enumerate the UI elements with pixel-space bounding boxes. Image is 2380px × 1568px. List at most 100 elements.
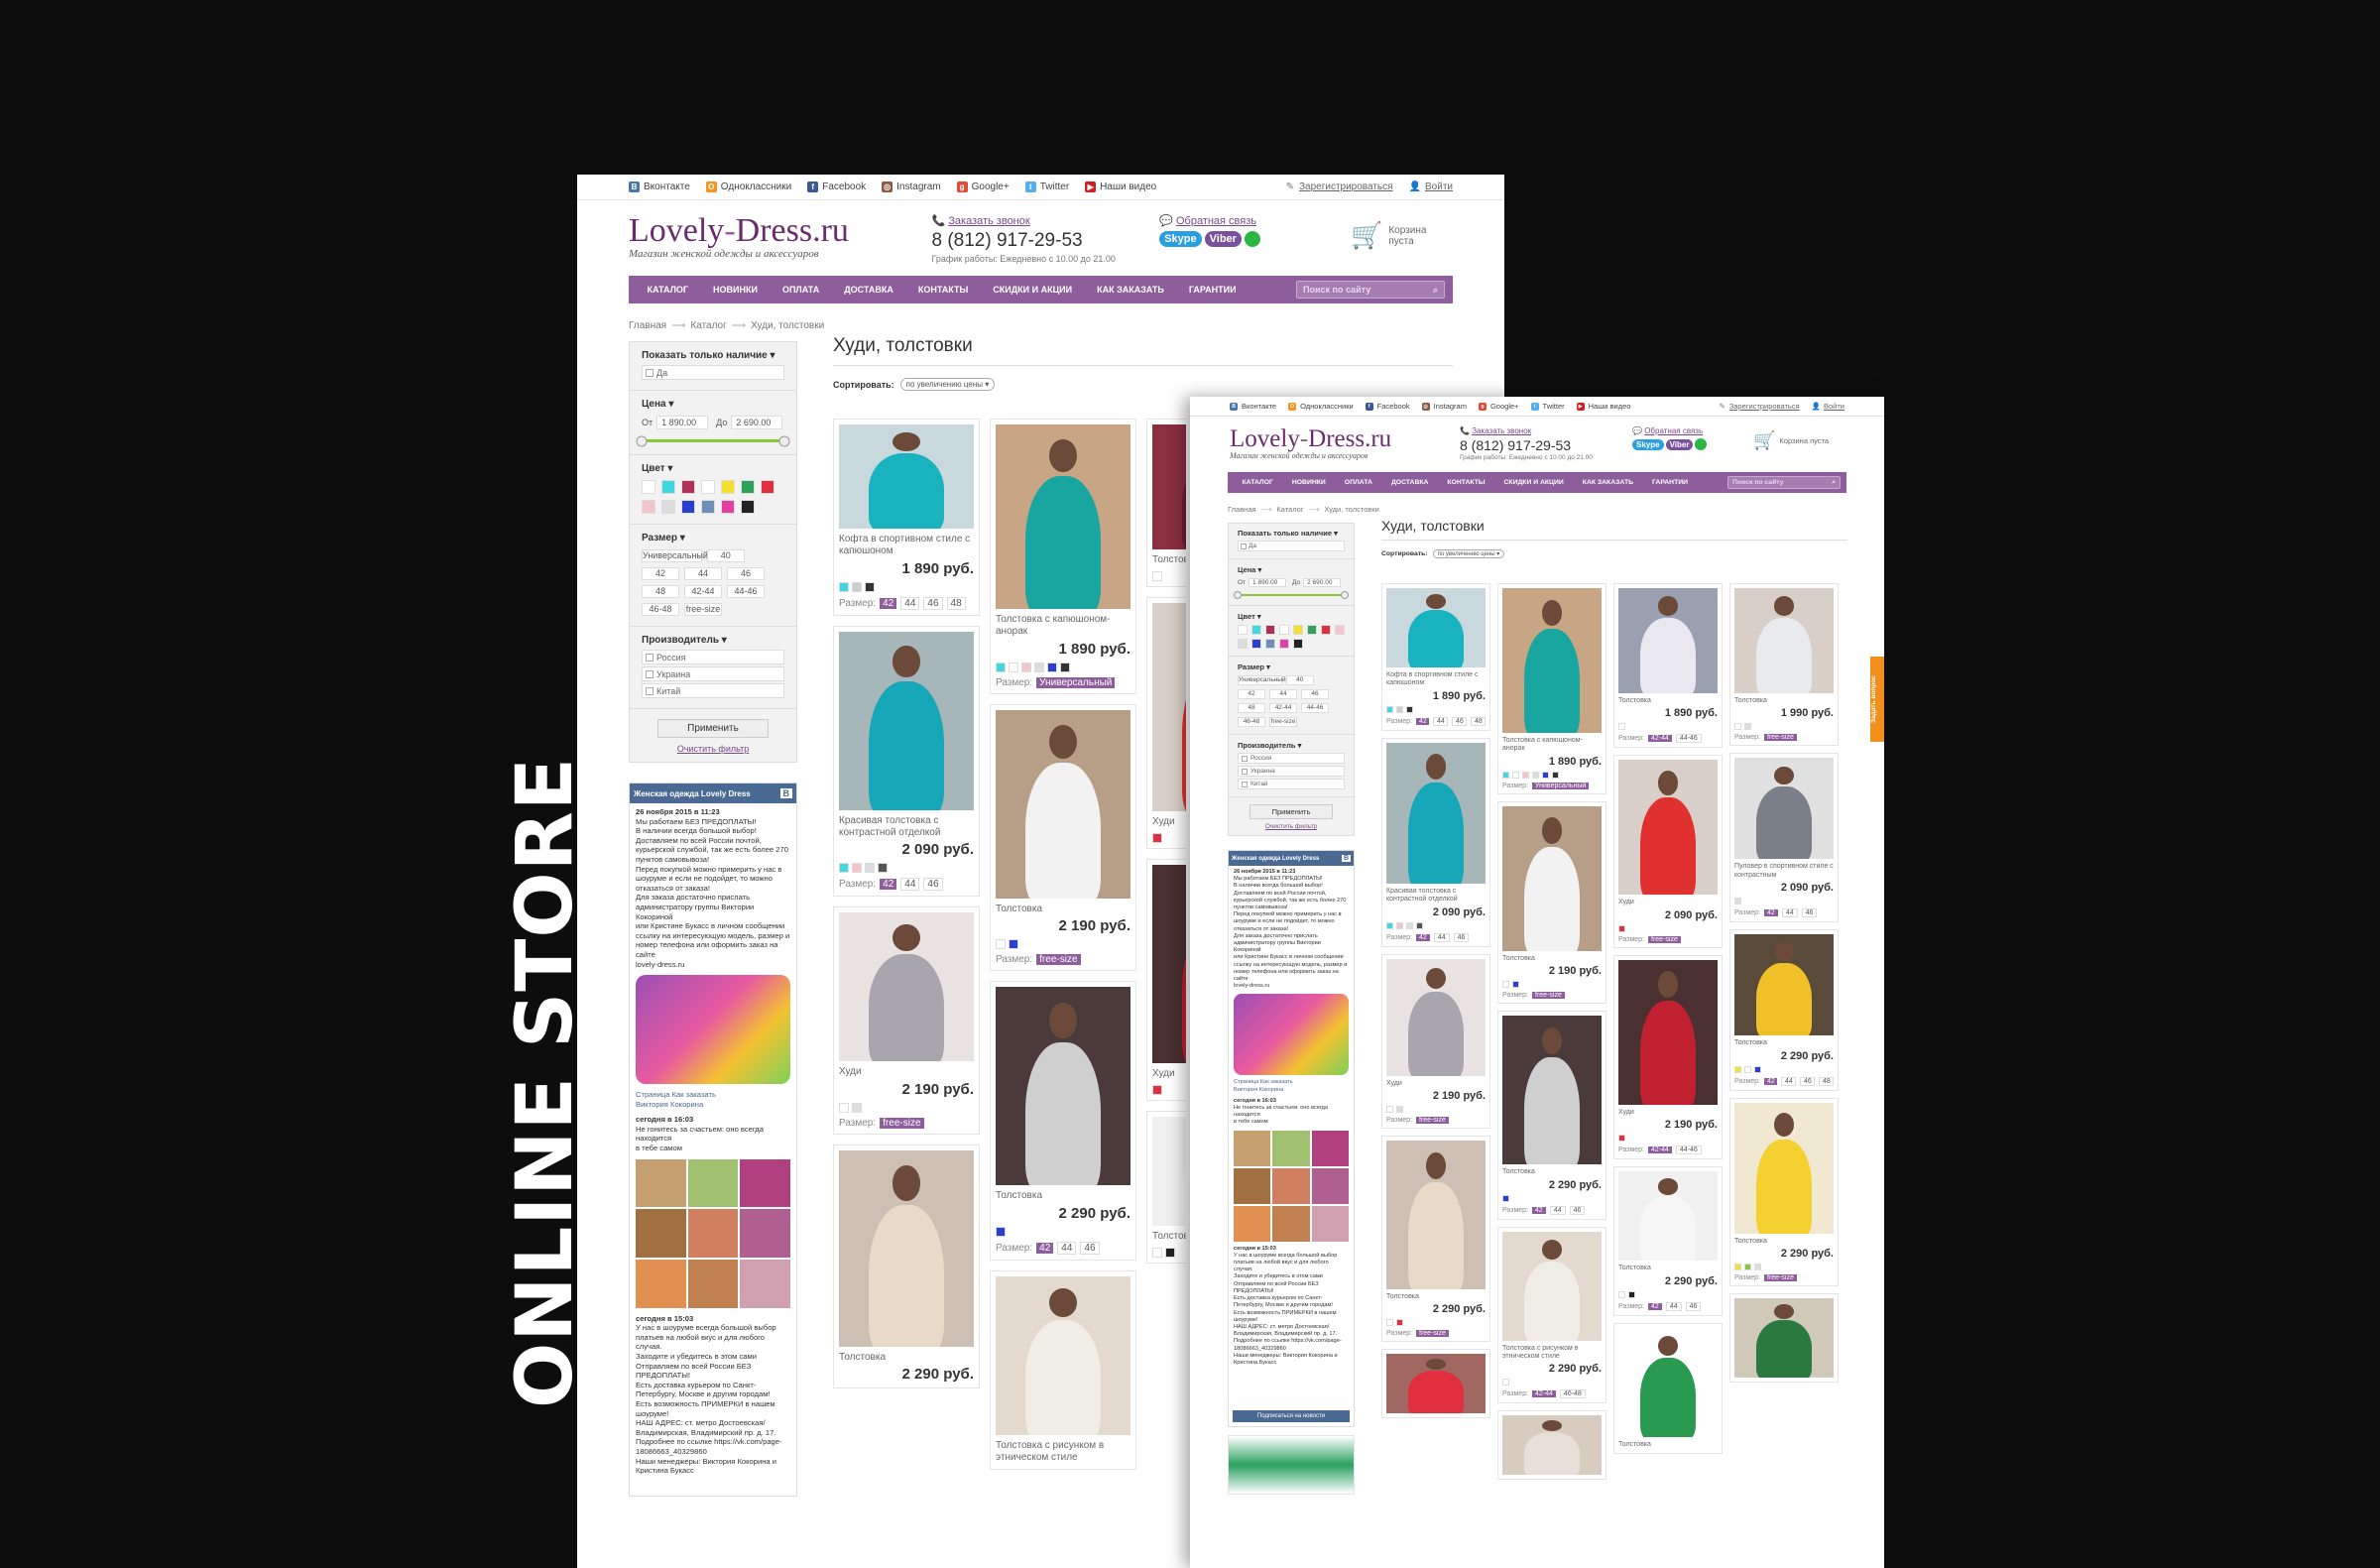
size-option-4[interactable]: 46 xyxy=(727,567,765,580)
maker-checkbox-0[interactable]: Россия xyxy=(642,650,784,664)
product-size-option[interactable]: 46 xyxy=(1569,1205,1586,1215)
social-link-4[interactable]: g Google+ xyxy=(1478,402,1519,411)
color-swatch-11[interactable] xyxy=(1279,639,1289,649)
breadcrumb-item-1[interactable]: Каталог xyxy=(690,320,726,331)
social-link-3[interactable]: ◎ Instagram xyxy=(882,181,941,192)
color-swatch-5[interactable] xyxy=(741,480,755,494)
product-name[interactable]: Толстовка xyxy=(1502,1168,1602,1176)
product-size-option[interactable]: 44 xyxy=(1781,908,1798,918)
product-size-option[interactable]: free-size xyxy=(1764,734,1797,742)
product-color-swatch[interactable] xyxy=(1502,1194,1509,1202)
product-size-option[interactable]: 48 xyxy=(1471,716,1487,726)
color-swatch-1[interactable] xyxy=(661,480,675,494)
product-card[interactable]: Худи xyxy=(1146,859,1186,1101)
product-color-swatch[interactable] xyxy=(1734,1263,1741,1270)
product-color-swatch[interactable] xyxy=(1152,833,1162,843)
product-size-option[interactable]: 42 xyxy=(1648,1302,1662,1310)
register-link-2[interactable]: Зарегистрироваться xyxy=(1729,402,1800,411)
stock-yes-checkbox[interactable]: Да xyxy=(642,365,784,380)
vk-link-author[interactable]: Виктория Кокорина xyxy=(636,1100,790,1110)
product-size-option[interactable]: 46 xyxy=(1453,932,1470,942)
product-color-swatch[interactable] xyxy=(1734,723,1741,731)
size-option-7[interactable]: 44-46 xyxy=(1301,703,1329,713)
product-name[interactable]: Толстовка xyxy=(996,1190,1130,1202)
product-color-swatch[interactable] xyxy=(1034,662,1044,672)
product-image[interactable] xyxy=(1152,603,1186,811)
price-to-input-2[interactable]: 2 690.00 xyxy=(1303,578,1342,587)
whatsapp-icon[interactable] xyxy=(1244,231,1260,247)
social-link-1[interactable]: О Одноклассники xyxy=(705,181,791,192)
product-image[interactable] xyxy=(1386,588,1486,667)
breadcrumb-item-0[interactable]: Главная xyxy=(629,320,666,331)
product-card[interactable]: Толстовка 1 990 руб. Размер: free-size xyxy=(1729,583,1839,747)
social-link-0[interactable]: В Вконтакте xyxy=(1230,402,1276,411)
product-image[interactable] xyxy=(839,1149,974,1347)
product-card[interactable]: Толстовка с капюшоном-анорак 1 890 руб. Ра… xyxy=(990,419,1136,694)
product-card[interactable]: Толстовка xyxy=(1146,1111,1186,1264)
product-color-swatch[interactable] xyxy=(1060,662,1070,672)
product-color-swatch[interactable] xyxy=(996,1226,1006,1237)
slider-handle-min[interactable] xyxy=(636,435,648,446)
size-option-7[interactable]: 44-46 xyxy=(727,585,765,598)
product-color-swatch[interactable] xyxy=(1386,921,1393,929)
size-option-3[interactable]: 44 xyxy=(684,567,722,580)
product-image[interactable] xyxy=(1618,588,1718,693)
register-link[interactable]: Зарегистрироваться xyxy=(1299,181,1393,192)
color-swatch-11[interactable] xyxy=(721,500,735,514)
product-card[interactable] xyxy=(1497,1410,1606,1481)
vk-group-name[interactable]: Женская одежда Lovely Dress xyxy=(634,789,751,798)
product-card[interactable]: Худи 2 190 руб. Размер: 42-44 44-46 xyxy=(1613,954,1723,1160)
maker-checkbox-0[interactable]: Россия xyxy=(1238,753,1345,764)
size-option-2[interactable]: 42 xyxy=(642,567,679,580)
product-name[interactable]: Толстовка xyxy=(1618,697,1718,705)
nav-item-5[interactable]: СКИДКИ И АКЦИИ xyxy=(1494,479,1573,486)
product-card[interactable]: Толстовка с капюшоном-анорак 1 890 руб. Ра… xyxy=(1497,583,1606,794)
product-card[interactable]: Толстовка 2 190 руб. Размер: free-size xyxy=(1497,800,1606,1005)
color-swatch-8[interactable] xyxy=(661,500,675,514)
product-card[interactable]: Толстовка с рисунком в этническом стиле 2… xyxy=(1497,1226,1606,1404)
size-option-5[interactable]: 48 xyxy=(642,585,679,598)
product-image[interactable] xyxy=(1618,760,1718,896)
product-card[interactable]: Толстовка 2 290 руб. Размер: free-size xyxy=(1729,1097,1839,1286)
product-name[interactable]: Толстовка с рисунком в этническом стиле xyxy=(996,1440,1130,1464)
price-from-input-2[interactable]: 1 890.00 xyxy=(1249,578,1287,587)
search-icon[interactable]: ⌕ xyxy=(1832,479,1836,487)
feedback-link[interactable]: Обратная связь xyxy=(1176,215,1256,227)
product-color-swatch[interactable] xyxy=(1744,723,1751,731)
product-color-swatch[interactable] xyxy=(852,581,862,592)
breadcrumb-item-1[interactable]: Каталог xyxy=(1276,505,1303,514)
product-image[interactable] xyxy=(1734,1102,1834,1234)
product-color-swatch[interactable] xyxy=(1165,1248,1175,1258)
product-card[interactable]: Худи 2 190 руб. Размер: free-size xyxy=(1381,953,1490,1129)
product-color-swatch[interactable] xyxy=(1021,662,1031,672)
color-swatch-10[interactable] xyxy=(1265,639,1275,649)
price-slider[interactable] xyxy=(636,435,790,446)
product-image[interactable] xyxy=(996,1275,1130,1435)
product-size-option[interactable]: 42-44 xyxy=(1532,1390,1556,1398)
product-name[interactable]: Толстовка xyxy=(1734,697,1834,705)
product-name[interactable]: Толстовка xyxy=(1734,1039,1834,1047)
product-card[interactable]: Толстовка 2 290 руб. xyxy=(833,1144,980,1388)
clear-filter-link-2[interactable]: Очистить фильтр xyxy=(1238,823,1345,830)
product-name[interactable]: Худи xyxy=(1386,1080,1486,1088)
product-size-option[interactable]: 48 xyxy=(946,596,966,610)
product-size-option[interactable]: 42-44 xyxy=(1648,735,1672,743)
product-color-swatch[interactable] xyxy=(1744,1065,1751,1073)
product-image[interactable] xyxy=(1502,1231,1602,1341)
color-swatch-8[interactable] xyxy=(1238,639,1248,649)
product-name[interactable]: Толстовка xyxy=(1152,554,1186,566)
product-size-option[interactable]: 42 xyxy=(1036,1242,1054,1254)
product-color-swatch[interactable] xyxy=(839,1102,849,1113)
nav-item-6[interactable]: КАК ЗАКАЗАТЬ xyxy=(1573,479,1642,486)
nav-item-2[interactable]: ОПЛАТА xyxy=(770,285,831,295)
color-swatch-2[interactable] xyxy=(1265,625,1275,635)
product-size-option[interactable]: 44 xyxy=(1057,1241,1077,1255)
nav-item-4[interactable]: КОНТАКТЫ xyxy=(905,285,980,295)
vk-subscribe-button[interactable]: Подписаться на новости xyxy=(1233,1410,1350,1422)
product-image[interactable] xyxy=(1386,958,1486,1076)
size-option-6[interactable]: 42-44 xyxy=(684,585,722,598)
product-color-swatch[interactable] xyxy=(865,863,875,873)
product-image[interactable] xyxy=(1502,805,1602,951)
product-name[interactable]: Толстовка xyxy=(1152,1231,1186,1243)
product-color-swatch[interactable] xyxy=(1542,771,1549,779)
